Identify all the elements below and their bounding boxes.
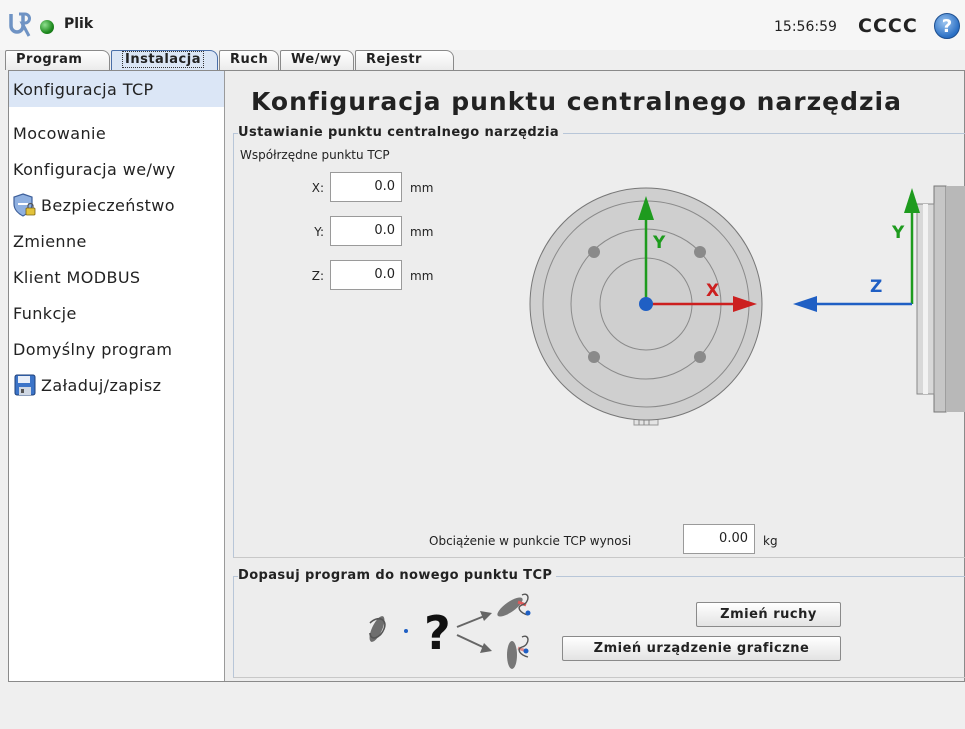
sidebar-item-default-program[interactable]: Domyślny program — [9, 331, 224, 367]
front-y-axis-label: Y — [652, 233, 666, 253]
tool-flange-side — [916, 185, 965, 413]
sidebar-item-load-save[interactable]: Załaduj/zapisz — [9, 367, 224, 403]
sidebar-item-modbus[interactable]: Klient MODBUS — [9, 259, 224, 295]
sidebar-item-label: Klient MODBUS — [13, 267, 141, 287]
tool-icon-upper — [497, 593, 531, 617]
sidebar-item-features[interactable]: Funkcje — [9, 295, 224, 331]
front-x-axis-label: X — [706, 281, 719, 301]
payload-label: Obciążenie w punkcie TCP wynosi — [429, 534, 632, 548]
tab-program[interactable]: Program — [5, 50, 110, 70]
installation-sidebar: Konfiguracja TCP Mocowanie Konfiguracja … — [9, 71, 225, 681]
group-label: Dopasuj program do nowego punktu TCP — [238, 568, 557, 583]
sidebar-item-label: Funkcje — [13, 303, 77, 323]
floppy-disk-icon — [14, 374, 36, 396]
tcp-config-content: Konfiguracja punktu centralnego narzędzi… — [231, 71, 965, 681]
adjust-program-group: Dopasuj program do nowego punktu TCP ? Z… — [233, 568, 965, 678]
tab-move[interactable]: Ruch — [219, 50, 279, 70]
sidebar-item-label: Zmienne — [13, 231, 87, 251]
tab-installation[interactable]: Instalacja — [111, 50, 218, 70]
change-moves-button[interactable]: Zmień ruchy — [696, 602, 841, 627]
sidebar-item-label: Załaduj/zapisz — [41, 375, 162, 395]
title-bar: Plik 15:56:59 CCCC ? — [0, 0, 965, 50]
installation-panel: Konfiguracja TCP Mocowanie Konfiguracja … — [8, 70, 965, 682]
tab-log[interactable]: Rejestr — [355, 50, 454, 70]
tcp-diagram: Y X Y Z — [529, 185, 965, 426]
main-tabs: Program Instalacja Ruch We/wy Rejestr — [0, 50, 965, 70]
payload-unit: kg — [763, 534, 778, 548]
adjust-illustration: ? — [369, 593, 531, 669]
tab-label: Instalacja — [122, 51, 204, 68]
help-icon[interactable]: ? — [934, 13, 960, 39]
sidebar-item-label: Konfiguracja TCP — [13, 79, 154, 99]
tool-icon-left — [369, 616, 408, 642]
transform-arrows — [456, 611, 492, 653]
tab-label: We/wy — [291, 52, 342, 67]
question-mark: ? — [424, 606, 451, 660]
sidebar-item-label: Bezpieczeństwo — [41, 195, 175, 215]
tab-label: Ruch — [230, 52, 269, 67]
tcp-setup-group: Ustawianie punktu centralnego narzędzia … — [233, 125, 965, 558]
tab-io[interactable]: We/wy — [280, 50, 354, 70]
sidebar-item-label: Mocowanie — [13, 123, 107, 143]
sidebar-item-label: Konfiguracja we/wy — [13, 159, 176, 179]
footer-area — [0, 682, 965, 729]
payload-input[interactable]: 0.00 — [683, 524, 755, 554]
page-title: Konfiguracja punktu centralnego narzędzi… — [251, 87, 902, 116]
change-graphics-button[interactable]: Zmień urządzenie graficzne — [562, 636, 841, 661]
sidebar-item-label: Domyślny program — [13, 339, 173, 359]
tab-label: Rejestr — [366, 52, 422, 67]
clock: 15:56:59 — [774, 19, 837, 35]
sidebar-item-safety[interactable]: Bezpieczeństwo — [9, 187, 224, 223]
robot-name: CCCC — [858, 15, 918, 37]
robot-status-icon — [40, 20, 54, 34]
side-axes: Y Z — [793, 188, 920, 312]
sidebar-item-variables[interactable]: Zmienne — [9, 223, 224, 259]
shield-lock-icon — [13, 193, 36, 217]
tool-icon-lower — [507, 635, 529, 669]
sidebar-item-tcp-config[interactable]: Konfiguracja TCP — [9, 71, 224, 107]
sidebar-item-io-setup[interactable]: Konfiguracja we/wy — [9, 151, 224, 187]
side-z-axis-label: Z — [870, 277, 882, 297]
tab-label: Program — [16, 52, 83, 67]
side-y-axis-label: Y — [891, 223, 905, 243]
file-menu[interactable]: Plik — [64, 16, 93, 32]
ur-logo-icon — [9, 12, 31, 37]
sidebar-item-mounting[interactable]: Mocowanie — [9, 115, 224, 151]
